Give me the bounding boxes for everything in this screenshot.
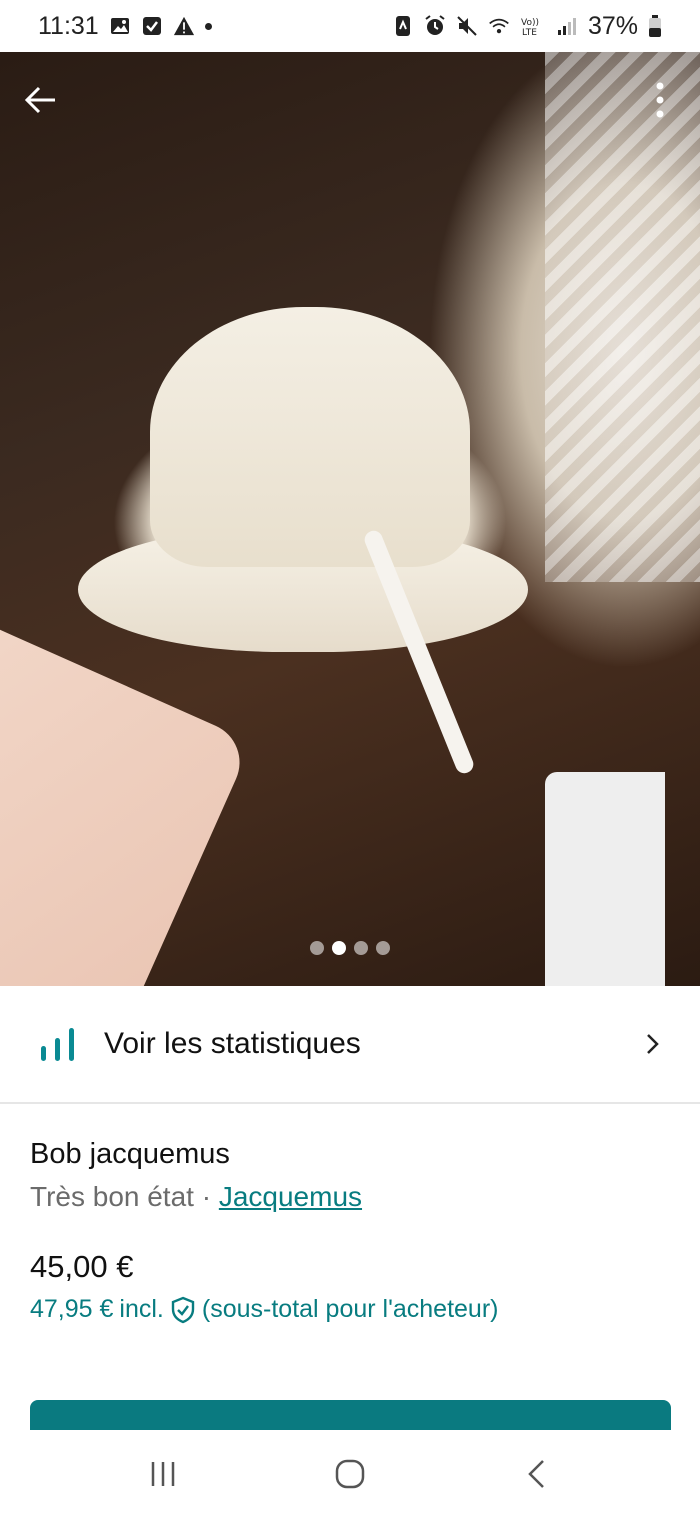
item-price-incl: incl.	[119, 1295, 164, 1323]
more-options-button[interactable]	[638, 78, 682, 122]
item-condition: Très bon état	[30, 1181, 194, 1212]
system-back-button[interactable]	[507, 1444, 567, 1504]
view-statistics-label: Voir les statistiques	[104, 1027, 361, 1060]
status-time: 11:31	[38, 11, 99, 40]
notification-dot-icon	[204, 22, 212, 30]
wifi-icon	[488, 15, 510, 37]
home-button[interactable]	[320, 1444, 380, 1504]
status-left: 11:31	[38, 12, 212, 41]
item-subtitle: Très bon état · Jacquemus	[30, 1181, 670, 1213]
view-statistics-row[interactable]: Voir les statistiques	[0, 986, 700, 1104]
home-icon	[335, 1459, 365, 1488]
shield-check-icon	[171, 1296, 195, 1323]
status-bar: 11:31 Vo)) LTE 37%	[0, 0, 700, 52]
nfc-icon	[392, 15, 414, 37]
recents-button[interactable]	[133, 1444, 193, 1504]
bar-chart-icon	[41, 1028, 74, 1061]
svg-text:LTE: LTE	[522, 28, 537, 37]
mute-icon	[456, 15, 478, 37]
recents-icon	[152, 1461, 175, 1486]
item-price-total: 47,95 €	[30, 1295, 114, 1323]
gallery-pagination	[0, 941, 700, 955]
battery-percent: 37%	[587, 11, 638, 40]
item-price-total-row[interactable]: 47,95 € incl. (sous-total pour l'acheteu…	[30, 1295, 670, 1324]
chevron-right-icon	[647, 1034, 659, 1054]
navigation-bar	[0, 1430, 700, 1517]
gallery-dot[interactable]	[354, 941, 368, 955]
battery-icon	[648, 15, 662, 37]
photo-hat-crown	[150, 307, 470, 567]
item-price-note: (sous-total pour l'acheteur)	[201, 1295, 499, 1323]
volte-icon: Vo)) LTE	[520, 15, 546, 37]
checkbox-icon	[141, 15, 163, 37]
alarm-icon	[424, 15, 446, 37]
back-button[interactable]	[18, 78, 62, 122]
arrow-left-icon	[24, 86, 55, 114]
item-info: Bob jacquemus Très bon état · Jacquemus …	[30, 1104, 670, 1324]
gallery-icon	[109, 15, 131, 37]
more-vertical-icon	[656, 82, 664, 118]
item-title: Bob jacquemus	[30, 1138, 230, 1170]
signal-icon	[556, 15, 578, 37]
gallery-dot[interactable]	[310, 941, 324, 955]
status-right: Vo)) LTE 37%	[392, 12, 662, 41]
item-separator: ·	[201, 1181, 212, 1212]
product-photo[interactable]	[0, 52, 700, 986]
gallery-dot[interactable]	[376, 941, 390, 955]
warning-icon	[173, 15, 195, 37]
item-price: 45,00 €	[30, 1249, 134, 1284]
item-brand-link[interactable]: Jacquemus	[219, 1181, 362, 1212]
photo-arm	[0, 612, 253, 986]
back-icon	[527, 1459, 544, 1488]
svg-text:Vo)): Vo))	[521, 18, 539, 28]
photo-curtain	[545, 52, 700, 582]
gallery-dot-active[interactable]	[332, 941, 346, 955]
